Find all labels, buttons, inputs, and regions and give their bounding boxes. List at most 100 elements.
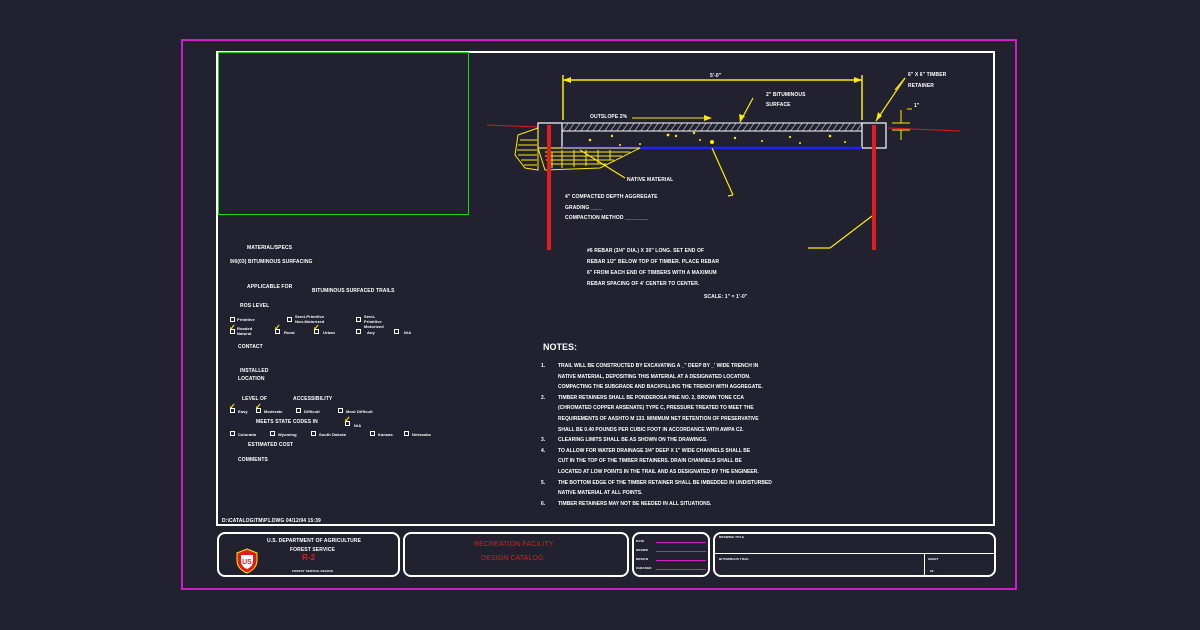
rebar-note-2: REBAR 1/2" BELOW TOP OF TIMBER. PLACE RE…	[587, 259, 720, 265]
check-mark-icon: ✓	[313, 323, 320, 332]
aggregate-label-3: COMPACTION METHOD ________	[565, 215, 649, 221]
ros-any-checkbox[interactable]	[356, 329, 361, 334]
estimated-cost-label: ESTIMATED COST	[248, 442, 294, 448]
logo-text: US	[242, 559, 252, 566]
field-design-label: DESIGN	[636, 557, 649, 561]
ros-spnm-label: Semi-Primitive Non-Motorized	[295, 314, 325, 324]
aggregate-label-2: GRADING ____	[565, 205, 603, 211]
state-kansas-label: Kansas	[378, 432, 393, 437]
ros-spm-label: Semi-Primitive Motorized	[364, 314, 384, 329]
sheet-label: SHEET	[928, 557, 939, 561]
material-specs-value: 9/6(03) BITUMINOUS SURFACING	[230, 259, 313, 265]
note-line: TRAIL WILL BE CONSTRUCTED BY EXCAVATING …	[558, 363, 759, 369]
note-line: (CHROMATED COPPER ARSENATE) TYPE C, PRES…	[558, 405, 754, 412]
note-number: 4.	[541, 447, 546, 454]
access-moderate-label: Moderate	[264, 409, 283, 414]
note-line: TIMBER RETAINERS SHALL BE PONDEROSA PINE…	[558, 394, 744, 401]
rebar-right	[872, 125, 876, 250]
state-kansas-checkbox[interactable]	[370, 431, 375, 436]
note-number: 1.	[541, 363, 546, 369]
note-number: 5.	[541, 479, 546, 486]
check-mark-icon: ✓	[274, 323, 281, 332]
timber-retainer-label-1: 6" X 6" TIMBER	[908, 72, 947, 78]
access-easy-label: Easy	[238, 409, 248, 414]
note-number: 6.	[541, 500, 546, 507]
sheet-divider	[924, 553, 925, 576]
access-difficult-label: Difficult	[304, 409, 320, 414]
ros-level-label: ROS LEVEL	[240, 303, 270, 309]
access-difficult-checkbox[interactable]	[296, 408, 301, 413]
timber-retainer-label-2: RETAINER	[908, 83, 934, 89]
field-drawn-label: DRAWN	[636, 548, 648, 552]
ros-semi-primitive-non-motorized-checkbox[interactable]	[287, 317, 292, 322]
accessibility-label: ACCESSIBILITY	[293, 396, 333, 402]
sheet-number: 22	[930, 569, 934, 573]
note-line: THE BOTTOM EDGE OF THE TIMBER RETAINER S…	[558, 479, 772, 486]
rebar-left	[547, 125, 551, 250]
ros-rural-label: Rural	[284, 330, 295, 335]
catalog-title-2: DESIGN CATALOG	[481, 555, 544, 562]
field-drawn-line	[656, 551, 706, 552]
note-line: NATIVE MATERIAL, DEPOSITING THIS MATERIA…	[558, 373, 751, 380]
bituminous-label-1: 2" BITUMINOUS	[766, 92, 806, 98]
note-line: COMPACTING THE SUBGRADE AND BACKFILLING …	[558, 384, 763, 391]
ros-na-checkbox[interactable]	[394, 329, 399, 334]
contact-label: CONTACT	[238, 344, 263, 350]
note-number: 3.	[541, 437, 546, 444]
state-colorado-checkbox[interactable]	[230, 431, 235, 436]
aggregate-layer	[561, 130, 863, 149]
comments-label: COMMENTS	[238, 457, 268, 463]
note-line: TIMBER RETAINERS MAY NOT BE NEEDED IN AL…	[558, 500, 712, 507]
state-nebraska-checkbox[interactable]	[404, 431, 409, 436]
check-mark-icon: ✓	[229, 402, 236, 411]
ros-any-label: Any	[367, 330, 375, 335]
aggregate-label-1: 4" COMPACTED DEPTH AGGREGATE	[565, 194, 658, 200]
state-wyoming-checkbox[interactable]	[270, 431, 275, 436]
bituminous-label-2: SURFACE	[766, 102, 791, 108]
notes-title: NOTES:	[543, 342, 578, 352]
field-design-line	[656, 560, 706, 561]
check-mark-icon: ✓	[229, 323, 236, 332]
native-material-label: NATIVE MATERIAL	[627, 177, 674, 183]
check-mark-icon: ✓	[344, 415, 351, 424]
ros-na-label: N/A	[404, 330, 412, 335]
location-label: LOCATION	[238, 376, 265, 382]
state-nebraska-label: Nebraska	[412, 432, 431, 437]
field-checked-label: CHECKED	[636, 566, 652, 570]
drawing-title-label: DRAWING TITLE	[719, 535, 744, 539]
access-most-difficult-checkbox[interactable]	[338, 408, 343, 413]
ros-roaded-natural-label: Roaded Natural	[237, 326, 253, 336]
meets-state-codes-label: MEETS STATE CODES IN	[256, 419, 318, 425]
note-number: 2.	[541, 394, 546, 401]
scale-label: SCALE: 1" = 1'-0"	[704, 294, 748, 300]
ros-primitive-label: Primitive	[237, 317, 255, 322]
applicable-for-label: APPLICABLE FOR	[247, 284, 293, 290]
field-date-line	[656, 542, 706, 543]
note-line: CLEARING LIMITS SHALL BE AS SHOWN ON THE…	[558, 437, 708, 444]
note-line: SHALL BE 0.40 POUNDS PER CUBIC FOOT IN A…	[558, 426, 744, 433]
rebar-note-4: REBAR SPACING OF 4' CENTER TO CENTER.	[587, 281, 700, 287]
state-south-dakota-checkbox[interactable]	[311, 431, 316, 436]
rebar-note-1: #6 REBAR (3/4" DIA.) X 30" LONG. SET END…	[587, 248, 705, 254]
access-most-difficult-label: Most Difficult	[346, 409, 373, 414]
state-south-dakota-label: South Dakota	[319, 432, 346, 437]
material-specs-label: MATERIAL/SPECS	[247, 245, 293, 251]
note-line: NATIVE MATERIAL AT ALL POINTS.	[558, 490, 643, 497]
bituminous-surface	[561, 122, 863, 132]
outslope-label: OUTSLOPE 2%	[590, 114, 628, 120]
ros-urban-label: Urban	[323, 330, 336, 335]
ros-semi-primitive-motorized-checkbox[interactable]	[356, 317, 361, 322]
state-wyoming-label: Wyoming	[278, 432, 297, 437]
title-divider	[714, 553, 995, 554]
surface-label: BITUMINOUS TRAIL	[719, 557, 750, 561]
ros-primitive-checkbox[interactable]	[230, 317, 235, 322]
access-na-label: N/A	[354, 423, 362, 428]
region-label: R-2	[302, 553, 316, 562]
file-path: D:\CATALOG\TM\P1.DWG 04/12/94 15:39	[222, 518, 321, 524]
note-line: TO ALLOW FOR WATER DRAINAGE 3/4" DEEP X …	[558, 447, 751, 454]
title-block-drawing	[713, 532, 996, 577]
field-checked-line	[656, 569, 706, 570]
one-inch-label: 1"	[914, 103, 920, 109]
check-mark-icon: ✓	[255, 402, 262, 411]
applicable-for-value: BITUMINOUS SURFACED TRAILS	[312, 288, 395, 294]
